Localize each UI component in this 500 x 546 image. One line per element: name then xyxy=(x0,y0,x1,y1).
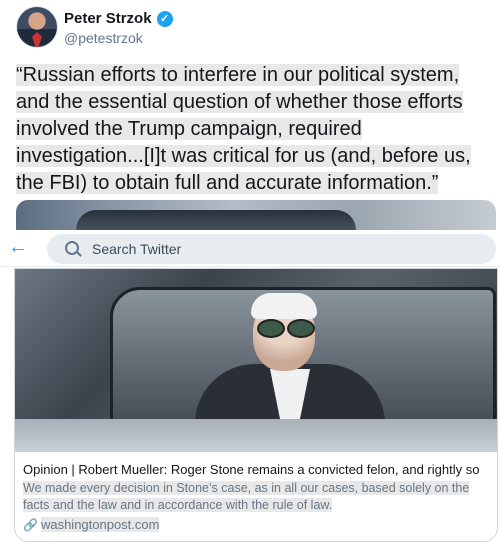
link-card[interactable]: Opinion | Robert Mueller: Roger Stone re… xyxy=(14,268,498,542)
person-hair xyxy=(251,293,317,319)
photo-strip xyxy=(16,200,496,230)
verified-badge-icon: ✓ xyxy=(156,10,173,27)
search-bar: ← Search Twitter xyxy=(0,232,500,267)
search-input[interactable]: Search Twitter xyxy=(47,234,496,264)
link-icon: 🔗 xyxy=(23,517,38,532)
tweet-text: “Russian efforts to interfere in our pol… xyxy=(16,62,486,197)
name-row: Peter Strzok ✓ xyxy=(64,10,173,27)
card-text: Opinion | Robert Mueller: Roger Stone re… xyxy=(23,462,493,532)
card-title[interactable]: Opinion | Robert Mueller: Roger Stone re… xyxy=(23,462,493,477)
card-description-text: We made every decision in Stone’s case, … xyxy=(23,481,470,512)
search-icon xyxy=(65,241,79,255)
back-arrow-icon[interactable]: ← xyxy=(8,236,28,259)
tweet-header: Peter Strzok ✓ @petestrzok xyxy=(16,6,316,50)
card-image[interactable] xyxy=(15,269,497,452)
search-placeholder: Search Twitter xyxy=(92,241,182,257)
card-domain-text: washingtonpost.com xyxy=(40,517,160,532)
tweet-text-content: “Russian efforts to interfere in our pol… xyxy=(16,64,471,194)
author-name[interactable]: Peter Strzok xyxy=(64,10,152,27)
card-description: We made every decision in Stone’s case, … xyxy=(23,480,493,514)
car-door xyxy=(15,419,497,452)
avatar[interactable] xyxy=(16,6,58,48)
card-domain[interactable]: 🔗 washingtonpost.com xyxy=(23,517,493,532)
author-handle[interactable]: @petestrzok xyxy=(64,30,143,46)
sunglasses xyxy=(257,319,315,338)
